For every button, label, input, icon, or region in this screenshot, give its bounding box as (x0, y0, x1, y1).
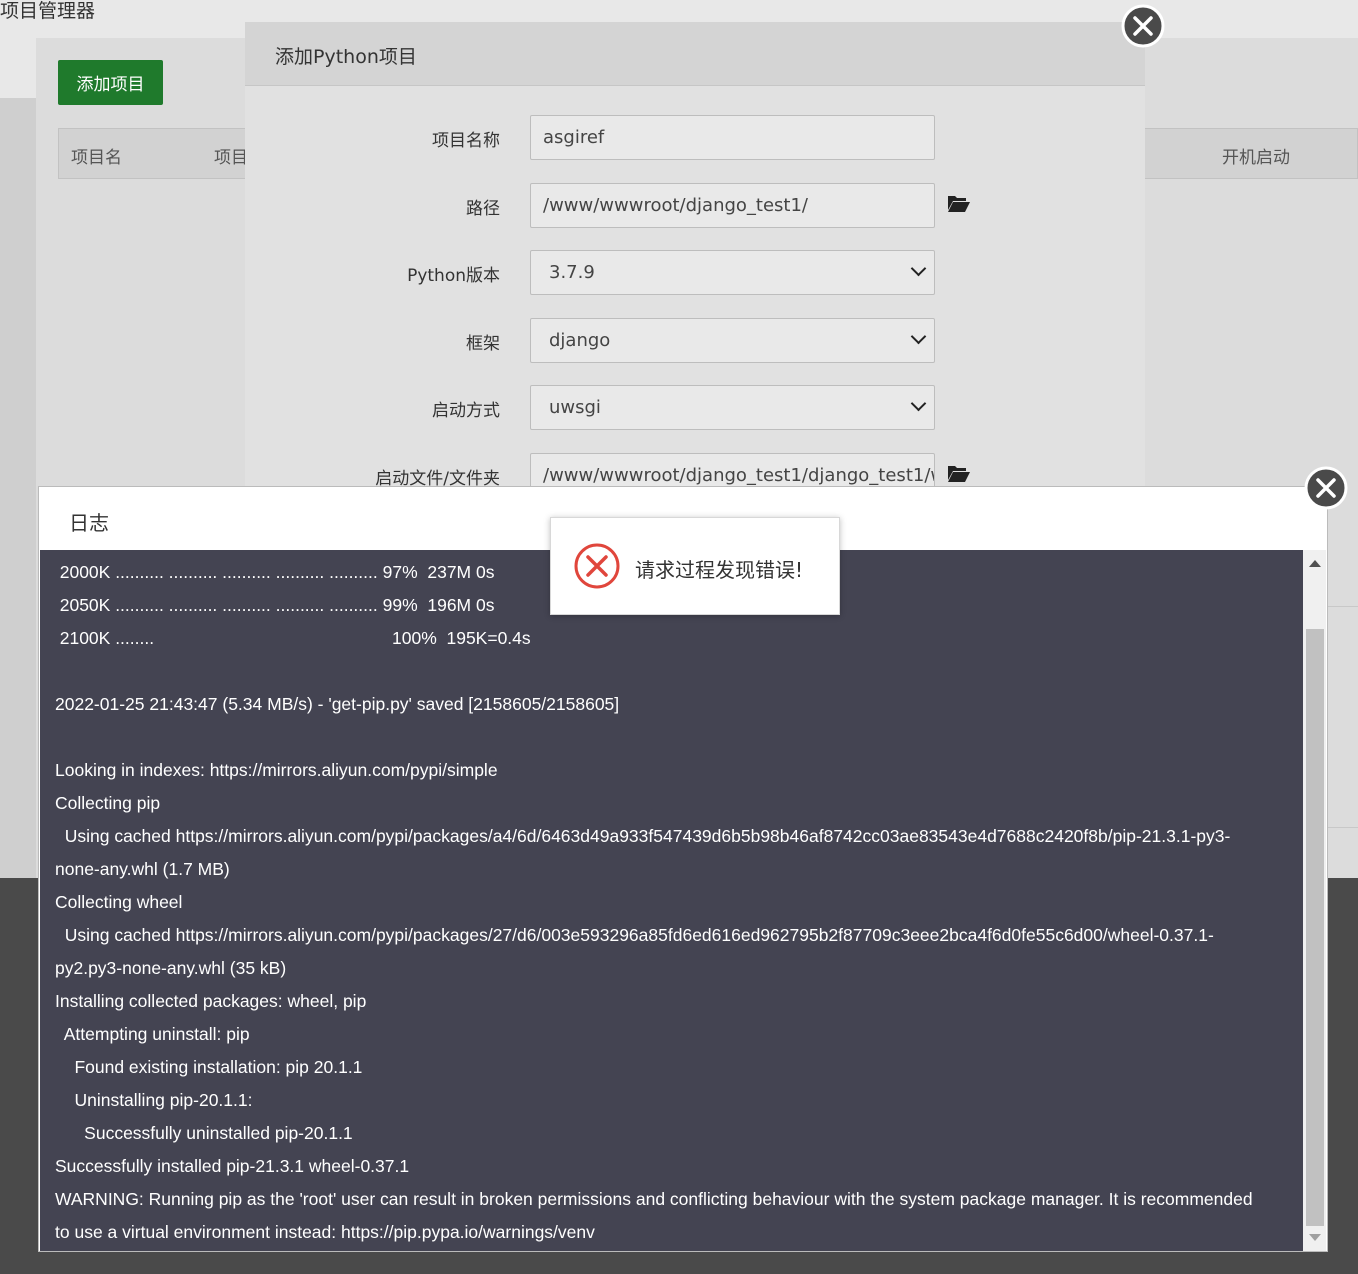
field-row-framework: 框架 django (245, 318, 1145, 363)
error-circle-icon (574, 543, 620, 589)
log-line: Collecting pip (55, 793, 161, 813)
project-name-label: 项目名称 (432, 131, 500, 151)
python-version-select[interactable]: 3.7.9 (530, 250, 935, 295)
chevron-down-icon (910, 328, 927, 345)
column-autostart[interactable]: 开机启动 (1222, 143, 1290, 168)
folder-open-icon[interactable] (947, 463, 971, 483)
field-row-path: 路径 /www/wwwroot/django_test1/ (245, 183, 1145, 228)
scroll-down-arrow-icon[interactable] (1309, 1234, 1321, 1241)
log-line: to use a virtual environment instead: ht… (55, 1222, 595, 1242)
log-scrollbar[interactable] (1303, 550, 1326, 1251)
log-line: Attempting uninstall: pip (55, 1024, 250, 1044)
folder-open-icon[interactable] (947, 193, 971, 213)
scroll-up-arrow-icon[interactable] (1309, 560, 1321, 567)
modal-title: 添加Python项目 (275, 46, 417, 68)
field-row-project-name: 项目名称 asgiref (245, 115, 1145, 160)
page-title: 项目管理器 (0, 0, 96, 22)
modal-header: 添加Python项目 (245, 22, 1145, 86)
log-line: Successfully installed pip-21.3.1 wheel-… (55, 1156, 410, 1176)
add-python-project-modal: 添加Python项目 项目名称 asgiref 路径 /www/wwwroot/… (245, 22, 1145, 498)
start-method-value: uwsgi (549, 397, 601, 418)
log-output[interactable]: 2000K .......... .......... .......... .… (40, 550, 1303, 1251)
log-line: WARNING: Running pip as the 'root' user … (55, 1189, 1253, 1209)
start-method-label: 启动方式 (432, 401, 500, 421)
log-line: Installing collected packages: wheel, pi… (55, 991, 367, 1011)
log-line: Looking in indexes: https://mirrors.aliy… (55, 760, 498, 780)
add-project-button[interactable]: 添加项目 (58, 60, 163, 105)
error-message: 请求过程发现错误! (635, 558, 804, 582)
start-method-select[interactable]: uwsgi (530, 385, 935, 430)
log-line: Successfully uninstalled pip-20.1.1 (55, 1123, 353, 1143)
log-line: 2100K ........ (50, 628, 155, 648)
log-line: 2000K .......... .......... .......... .… (50, 562, 495, 582)
error-toast: 请求过程发现错误! (550, 517, 840, 615)
scrollbar-thumb[interactable] (1306, 629, 1324, 1226)
log-line: Uninstalling pip-20.1.1: (55, 1090, 253, 1110)
column-project[interactable]: 项目 (214, 143, 248, 168)
log-line-progress: 100% 195K=0.4s (392, 628, 531, 648)
log-line: Using cached https://mirrors.aliyun.com/… (55, 925, 1214, 945)
log-line: 2050K .......... .......... .......... .… (50, 595, 495, 615)
log-line: Collecting wheel (55, 892, 183, 912)
python-version-value: 3.7.9 (549, 262, 595, 283)
field-row-start-method: 启动方式 uwsgi (245, 385, 1145, 430)
chevron-down-icon (910, 395, 927, 412)
python-version-label: Python版本 (407, 266, 500, 286)
framework-select[interactable]: django (530, 318, 935, 363)
log-modal-title: 日志 (69, 511, 109, 535)
log-line: 2022-01-25 21:43:47 (5.34 MB/s) - 'get-p… (55, 694, 620, 714)
project-name-input[interactable]: asgiref (530, 115, 935, 160)
path-input[interactable]: /www/wwwroot/django_test1/ (530, 183, 935, 228)
close-log-button[interactable] (1304, 466, 1348, 510)
log-line: Using cached https://mirrors.aliyun.com/… (55, 826, 1231, 846)
framework-value: django (549, 330, 611, 351)
log-line: Found existing installation: pip 20.1.1 (55, 1057, 363, 1077)
close-modal-button[interactable] (1121, 4, 1165, 48)
left-strip (0, 98, 36, 878)
log-line: none-any.whl (1.7 MB) (55, 859, 230, 879)
framework-label: 框架 (466, 334, 500, 354)
column-project-name[interactable]: 项目名 (71, 143, 122, 168)
log-line: py2.py3-none-any.whl (35 kB) (55, 958, 287, 978)
chevron-down-icon (910, 260, 927, 277)
field-row-python-version: Python版本 3.7.9 (245, 250, 1145, 295)
path-label: 路径 (466, 199, 500, 219)
